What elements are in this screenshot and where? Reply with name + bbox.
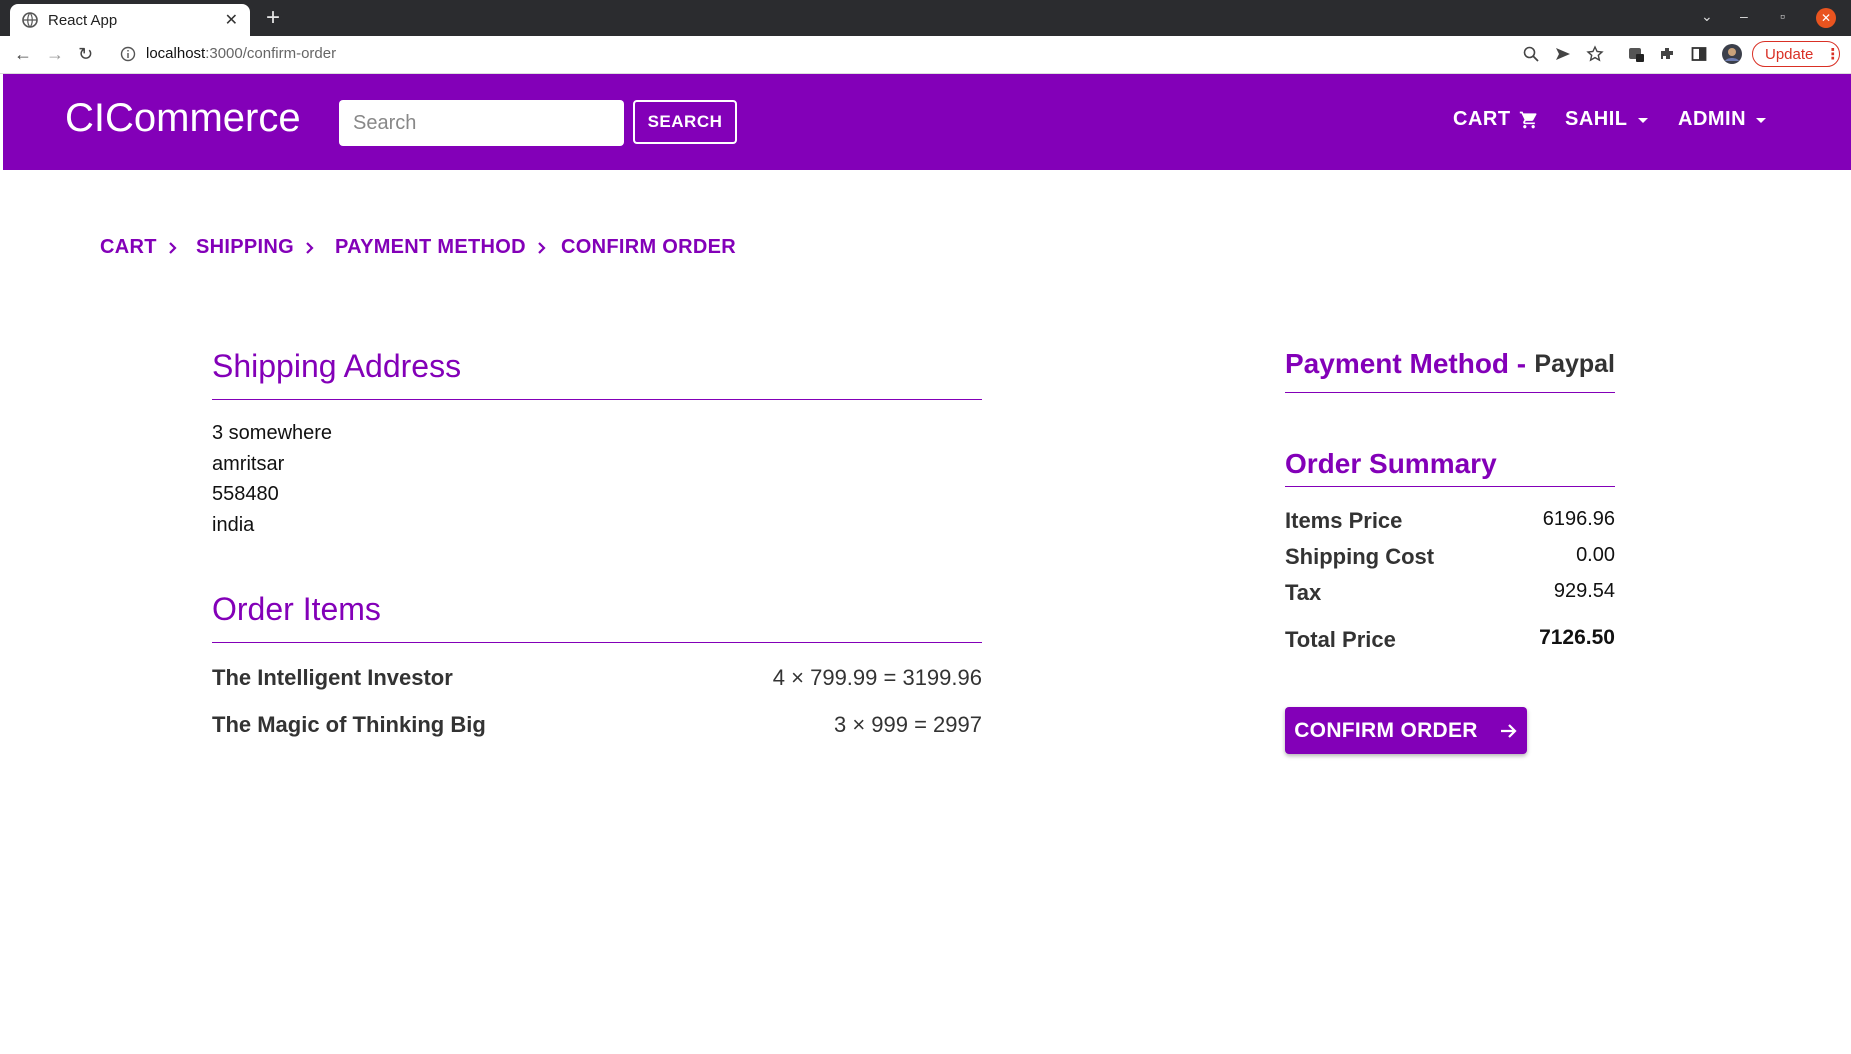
side-panel-icon[interactable]: [1690, 45, 1708, 63]
extensions-puzzle-icon[interactable]: [1658, 45, 1676, 63]
order-item-calc: 4 × 799.99 = 3199.96: [772, 665, 982, 690]
chevron-right-icon: [306, 241, 314, 254]
update-label: Update: [1765, 45, 1814, 63]
address-city: amritsar: [212, 453, 285, 475]
tab-search-icon[interactable]: ⌄: [1701, 8, 1713, 25]
step-label: CONFIRM ORDER: [561, 236, 737, 258]
caret-down-icon: [1637, 117, 1648, 123]
search-input[interactable]: [339, 100, 624, 146]
order-summary-title: Order Summary: [1285, 448, 1497, 479]
cart-link[interactable]: CART: [1453, 108, 1539, 131]
payment-divider: [1285, 392, 1615, 393]
more-menu-icon: ⋮: [1825, 46, 1841, 63]
tax-label: Tax: [1285, 580, 1322, 605]
payment-method-title: Payment Method -: [1285, 348, 1527, 379]
confirm-order-button[interactable]: CONFIRM ORDER: [1285, 707, 1527, 754]
confirm-order-label: CONFIRM ORDER: [1294, 718, 1478, 742]
address-postal-code: 558480: [212, 483, 279, 505]
step-label: PAYMENT METHOD: [335, 236, 526, 258]
bookmark-star-icon[interactable]: [1586, 45, 1604, 63]
shipping-cost-label: Shipping Cost: [1285, 544, 1435, 569]
search-button[interactable]: SEARCH: [633, 100, 737, 144]
user-label: SAHIL: [1565, 108, 1628, 130]
order-item-name[interactable]: The Magic of Thinking Big: [212, 712, 486, 738]
shipping-divider: [212, 399, 982, 400]
browser-tab-strip: React App ✕ + ⌄ – ▫ ✕: [0, 0, 1851, 36]
reload-icon[interactable]: ↻: [78, 44, 93, 65]
cart-icon: [1519, 111, 1537, 128]
shipping-address-title: Shipping Address: [212, 348, 462, 384]
step-cart[interactable]: CART: [100, 236, 179, 259]
site-info-icon[interactable]: [120, 46, 136, 62]
tab-title: React App: [48, 11, 118, 29]
address-country: india: [212, 514, 255, 536]
chevron-right-icon: [168, 241, 177, 254]
browser-toolbar: ← → ↻ localhost:3000/confirm-order Updat…: [0, 36, 1851, 74]
shipping-cost-value: 0.00: [1576, 544, 1615, 566]
chevron-right-icon: [538, 241, 546, 254]
profile-avatar[interactable]: [1722, 44, 1742, 64]
step-label: SHIPPING: [196, 236, 294, 258]
user-menu[interactable]: SAHIL: [1565, 108, 1650, 131]
items-price-value: 6196.96: [1542, 508, 1615, 530]
order-items-title: Order Items: [212, 591, 381, 627]
total-price-value: 7126.50: [1539, 626, 1615, 649]
url-host: localhost: [146, 45, 206, 62]
address-bar[interactable]: localhost:3000/confirm-order: [120, 45, 336, 62]
step-payment-method[interactable]: PAYMENT METHOD: [335, 236, 548, 259]
window-close-icon[interactable]: ✕: [1816, 8, 1836, 28]
step-label: CART: [100, 236, 157, 258]
arrow-right-icon: [1500, 723, 1517, 738]
address-line: 3 somewhere: [212, 422, 333, 444]
total-price-label: Total Price: [1285, 627, 1396, 652]
admin-menu[interactable]: ADMIN: [1678, 108, 1768, 131]
globe-icon: [22, 12, 38, 28]
new-tab-icon[interactable]: +: [266, 6, 280, 30]
order-item-name[interactable]: The Intelligent Investor: [212, 665, 453, 691]
update-button[interactable]: Update ⋮: [1752, 41, 1840, 67]
admin-label: ADMIN: [1678, 108, 1747, 130]
send-icon[interactable]: [1554, 45, 1572, 63]
tax-value: 929.54: [1553, 580, 1615, 602]
cart-label: CART: [1453, 108, 1511, 130]
zoom-icon[interactable]: [1522, 45, 1540, 63]
order-item-calc: 3 × 999 = 2997: [833, 712, 982, 737]
extension-badge-icon[interactable]: [1627, 45, 1645, 63]
order-items-divider: [212, 642, 982, 643]
payment-method-value: Paypal: [1534, 350, 1615, 378]
app-header: CICommerce SEARCH CART SAHIL ADMIN: [3, 74, 1851, 170]
summary-divider: [1285, 486, 1615, 487]
url-path: :3000/confirm-order: [205, 45, 337, 62]
brand-logo[interactable]: CICommerce: [65, 96, 301, 141]
back-icon[interactable]: ←: [14, 44, 32, 65]
restore-icon[interactable]: ▫: [1780, 8, 1785, 24]
tab-close-icon[interactable]: ✕: [225, 10, 238, 30]
forward-icon[interactable]: →: [46, 44, 64, 65]
minimize-icon[interactable]: –: [1740, 8, 1748, 24]
step-shipping[interactable]: SHIPPING: [196, 236, 316, 259]
browser-tab[interactable]: React App ✕: [10, 4, 250, 36]
caret-down-icon: [1756, 117, 1767, 123]
step-confirm-order[interactable]: CONFIRM ORDER: [561, 236, 736, 259]
items-price-label: Items Price: [1285, 508, 1403, 533]
